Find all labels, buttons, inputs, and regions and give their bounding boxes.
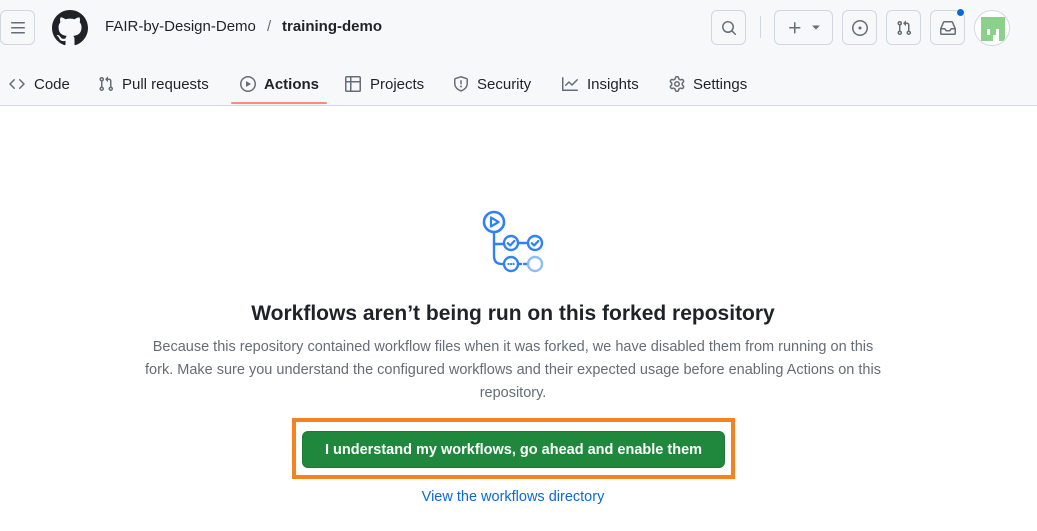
breadcrumb-owner[interactable]: FAIR-by-Design-Demo — [105, 17, 256, 37]
tab-projects[interactable]: Projects — [344, 62, 424, 106]
issues-icon — [851, 19, 868, 36]
tab-label: Settings — [693, 75, 748, 93]
identicon — [975, 11, 1009, 45]
blankslate-description: Because this repository contained workfl… — [145, 339, 881, 401]
chevron-down-icon — [811, 25, 820, 29]
avatar[interactable] — [974, 10, 1010, 46]
tab-security[interactable]: Security — [453, 62, 531, 106]
blankslate-title: Workflows aren’t being run on this forke… — [251, 302, 775, 325]
repo-header: FAIR-by-Design-Demo / training-demo Code… — [0, 0, 1037, 106]
inbox-icon — [939, 20, 956, 35]
search-button[interactable] — [711, 10, 746, 45]
plus-icon — [788, 21, 800, 33]
tab-label: Pull requests — [122, 75, 209, 93]
tab-label: Security — [477, 75, 532, 93]
search-icon — [721, 20, 736, 35]
tab-insights[interactable]: Insights — [561, 62, 639, 106]
graph-icon — [562, 77, 578, 91]
issues-button[interactable] — [842, 10, 877, 45]
workflows-directory-link[interactable]: View the workflows directory — [0, 487, 1026, 507]
tab-label: Code — [34, 75, 70, 93]
github-logo[interactable] — [52, 10, 88, 46]
breadcrumb-repo[interactable]: training-demo — [282, 17, 382, 37]
gear-icon — [669, 76, 685, 92]
shield-icon — [454, 76, 468, 92]
tab-pull-requests[interactable]: Pull requests — [98, 62, 209, 106]
play-icon — [240, 76, 256, 92]
menu-button[interactable] — [0, 10, 35, 45]
breadcrumb-separator: / — [267, 18, 272, 35]
pull-requests-button[interactable] — [886, 10, 921, 45]
hamburger-icon — [10, 21, 25, 33]
notification-indicator — [956, 8, 965, 17]
actions-disabled-blankslate: Workflows aren’t being run on this forke… — [0, 106, 1037, 531]
tab-label: Actions — [264, 75, 320, 93]
tab-actions[interactable]: Actions — [240, 62, 319, 106]
tab-code[interactable]: Code — [8, 62, 70, 106]
workflow-illustration-icon — [482, 210, 544, 273]
pull-request-icon — [99, 76, 114, 92]
active-tab-indicator — [231, 102, 327, 104]
tab-label: Projects — [370, 75, 425, 93]
pull-requests-icon — [896, 20, 911, 35]
create-new-button[interactable] — [774, 10, 833, 45]
table-icon — [345, 76, 361, 92]
code-icon — [9, 78, 25, 90]
header-divider — [760, 16, 761, 38]
tab-label: Insights — [587, 75, 639, 93]
enable-workflows-button[interactable]: I understand my workflows, go ahead and … — [302, 431, 725, 468]
tab-settings[interactable]: Settings — [669, 62, 747, 106]
